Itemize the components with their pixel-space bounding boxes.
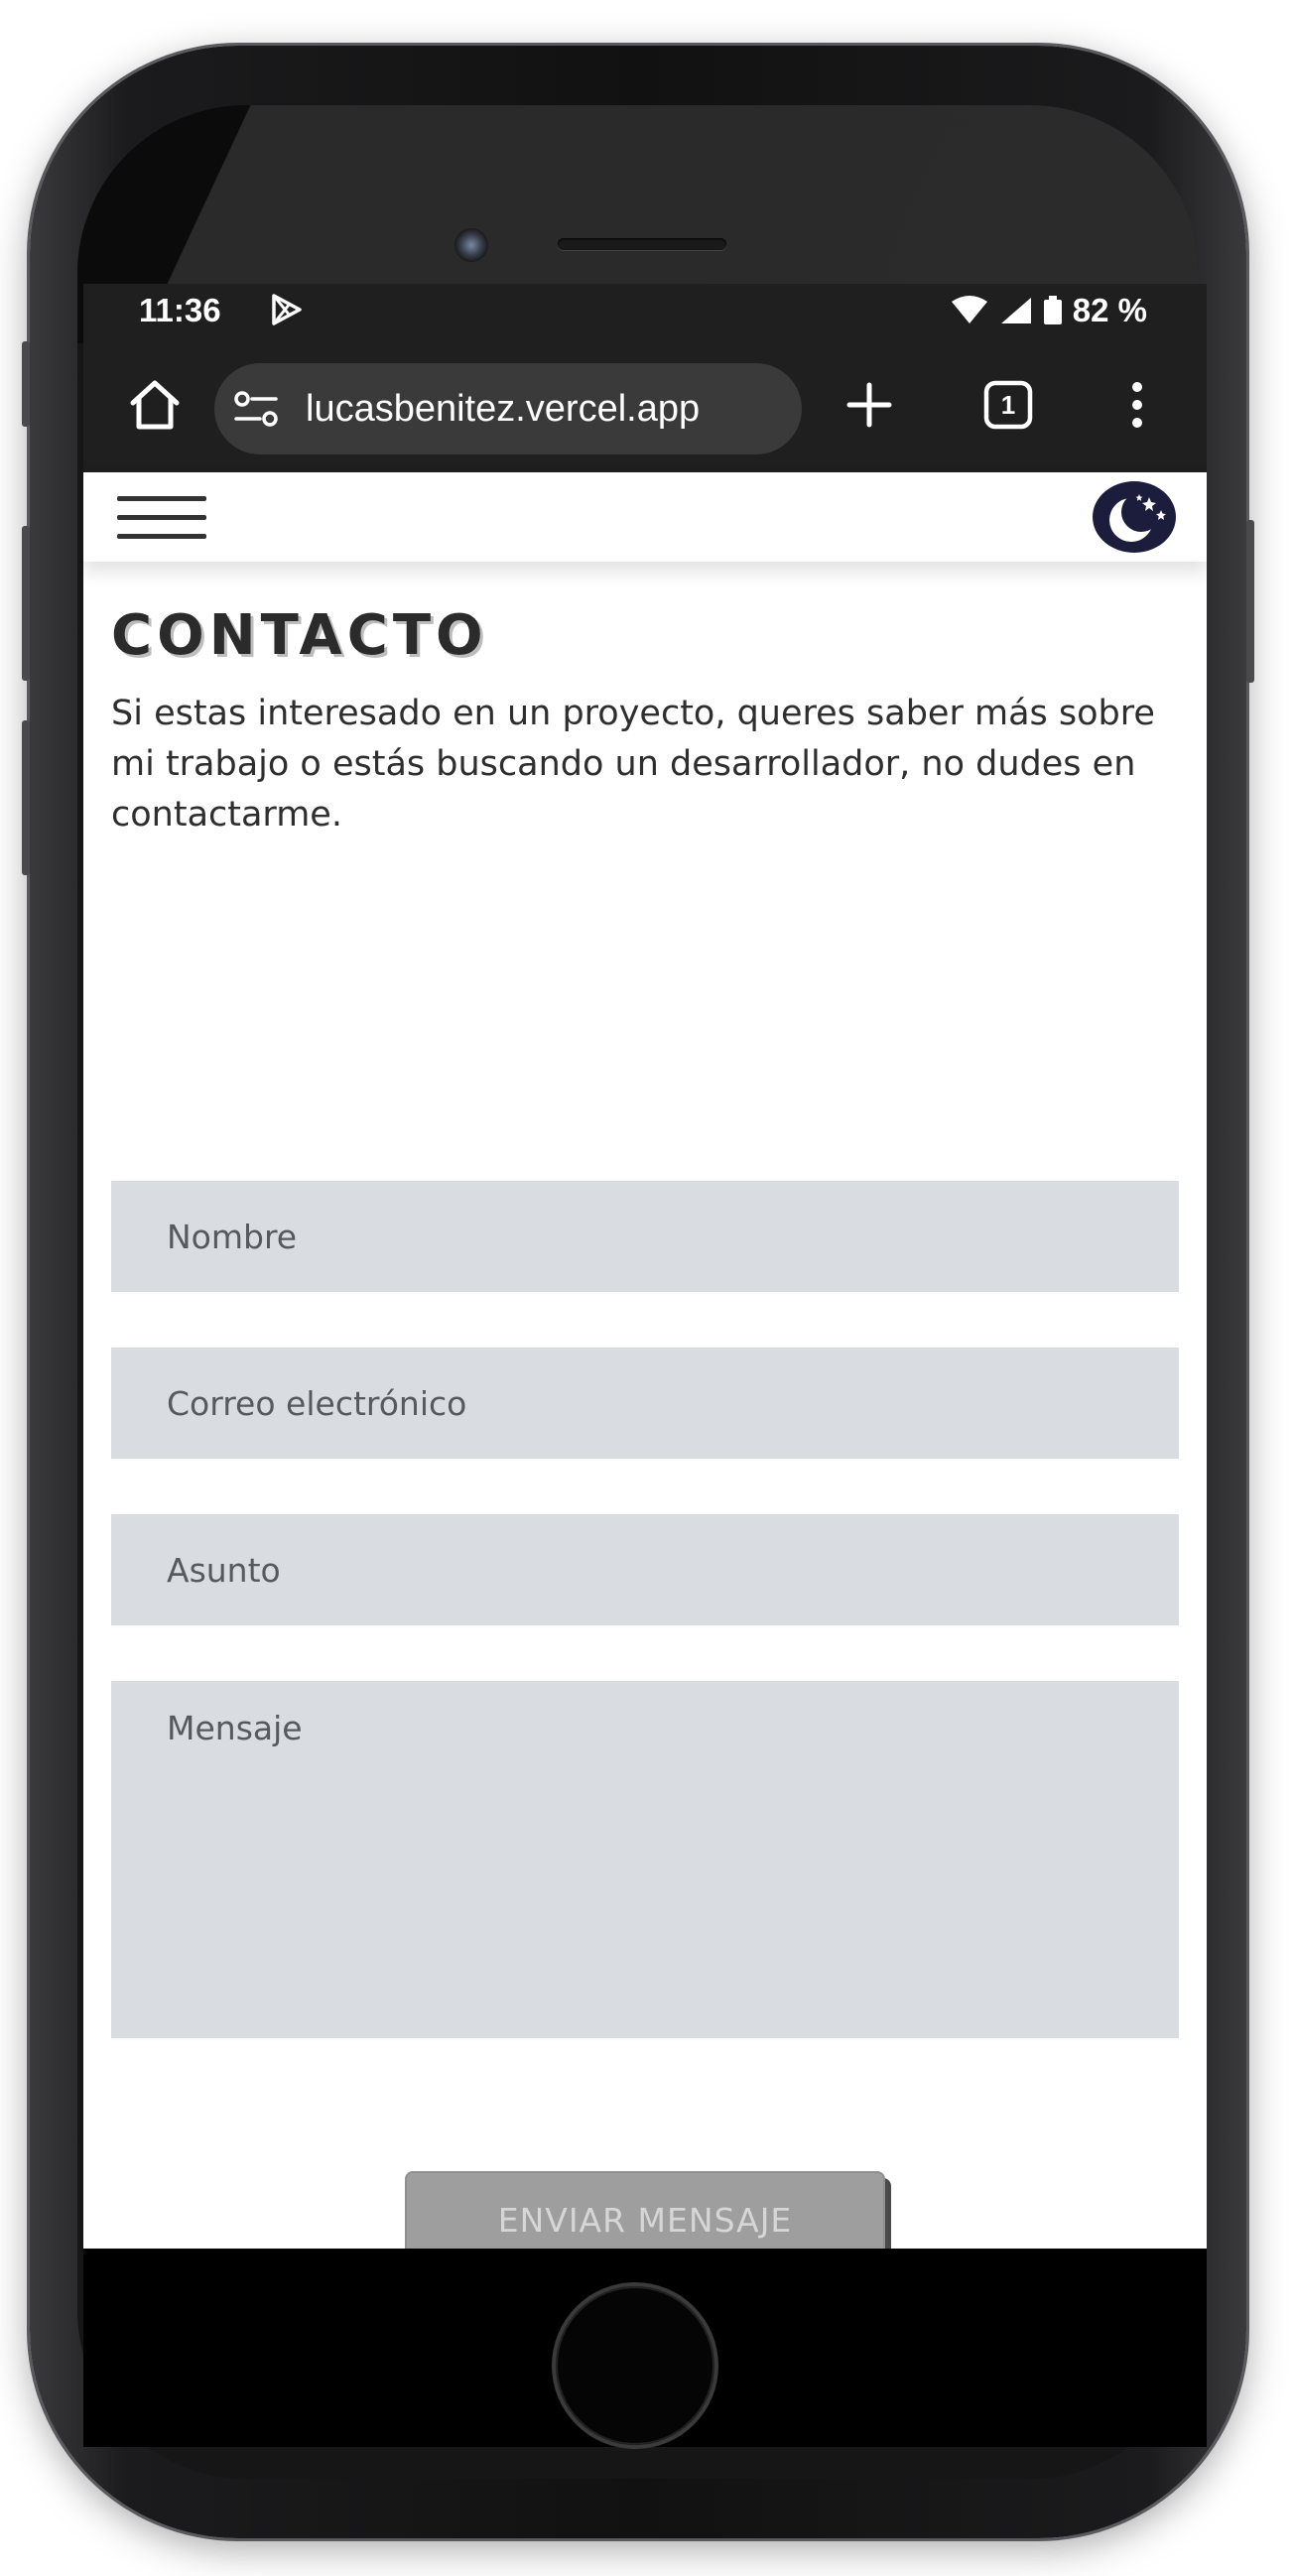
moon-icon[interactable] <box>1092 480 1177 554</box>
browser-toolbar: lucasbenitez.vercel.app 1 <box>83 333 1207 472</box>
send-message-button[interactable]: ENVIAR MENSAJE <box>405 2171 885 2249</box>
page-title: CONTACTO <box>111 603 488 668</box>
url-text: lucasbenitez.vercel.app <box>306 387 701 430</box>
name-input[interactable] <box>111 1181 1179 1292</box>
front-camera <box>454 228 488 262</box>
status-time: 11:36 <box>139 292 221 328</box>
mute-switch <box>22 341 30 427</box>
subject-input[interactable] <box>111 1514 1179 1625</box>
power-button <box>1246 520 1254 683</box>
tab-count: 1 <box>1000 389 1016 420</box>
earpiece-speaker <box>558 238 726 250</box>
battery-percent: 82 % <box>1072 292 1147 328</box>
site-navbar <box>83 472 1207 562</box>
hamburger-menu-icon[interactable] <box>117 490 206 546</box>
status-indicators: 82 % <box>950 292 1147 329</box>
volume-up-button <box>22 526 30 681</box>
home-icon[interactable] <box>123 373 187 437</box>
status-bar: 11:36 82 % <box>83 284 1207 333</box>
site-settings-icon[interactable] <box>232 389 280 429</box>
address-bar[interactable]: lucasbenitez.vercel.app <box>214 363 802 454</box>
email-input[interactable] <box>111 1348 1179 1459</box>
wifi-icon <box>951 296 987 323</box>
play-store-icon <box>272 294 302 325</box>
message-textarea[interactable] <box>111 1681 1179 2038</box>
battery-icon <box>1043 296 1062 324</box>
volume-down-button <box>22 720 30 875</box>
signal-icon <box>1000 298 1031 323</box>
more-vert-icon[interactable] <box>1105 373 1169 437</box>
plus-icon[interactable] <box>838 373 901 437</box>
contact-intro-text: Si estas interesado en un proyecto, quer… <box>111 694 1155 835</box>
screenshot-stage: 11:36 82 % lucasbenitez.vercel.app 1 CON… <box>0 0 1294 2576</box>
tab-switcher-button[interactable]: 1 <box>976 373 1040 437</box>
phone-screen: 11:36 82 % lucasbenitez.vercel.app 1 CON… <box>83 284 1207 2249</box>
contact-section: CONTACTO Si estas interesado en un proye… <box>83 562 1207 2249</box>
phone-home-button <box>556 2286 714 2445</box>
